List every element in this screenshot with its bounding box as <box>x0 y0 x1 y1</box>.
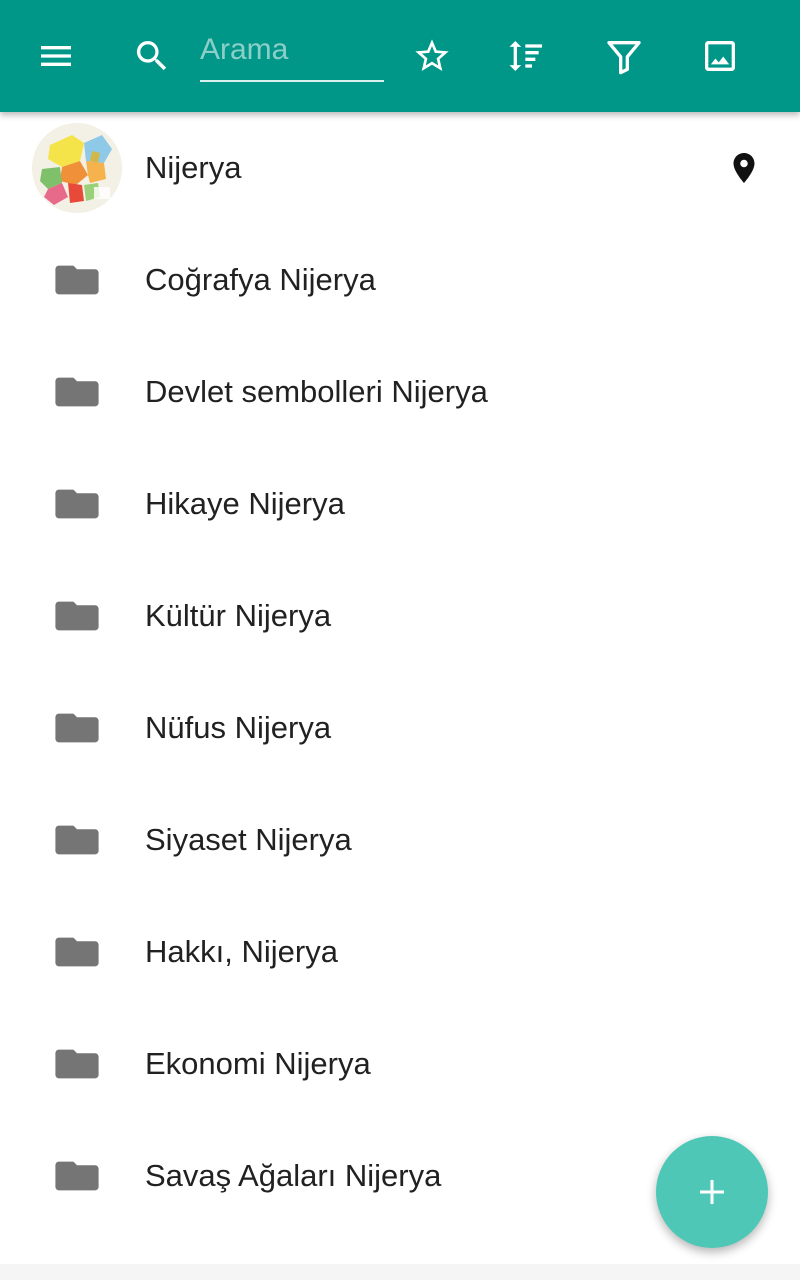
image-icon[interactable] <box>692 28 748 84</box>
list-item-folder[interactable]: Ekonomi Nijerya <box>0 1008 800 1120</box>
list-item-folder[interactable]: Coğrafya Nijerya <box>0 224 800 336</box>
list-item-folder[interactable]: Devlet sembolleri Nijerya <box>0 336 800 448</box>
search-field <box>200 26 384 82</box>
list-item-label: Savaş Ağaları Nijerya <box>145 1158 442 1193</box>
list-item-folder[interactable]: Nüfus Nijerya <box>0 672 800 784</box>
list-item-folder[interactable]: Siyaset Nijerya <box>0 784 800 896</box>
category-list: Nijerya Coğrafya Nijerya Devlet sembolle… <box>0 123 800 1232</box>
map-pin-icon[interactable] <box>726 146 762 190</box>
list-item-folder[interactable]: Kültür Nijerya <box>0 560 800 672</box>
folder-icon <box>32 1120 122 1232</box>
list-item-label: Kültür Nijerya <box>145 598 332 633</box>
folder-icon <box>32 448 122 560</box>
list-item-label: Devlet sembolleri Nijerya <box>145 374 488 409</box>
list-item-label: Hakkı, Nijerya <box>145 934 338 969</box>
folder-icon <box>32 784 122 896</box>
list-item-label: Nüfus Nijerya <box>145 710 332 745</box>
list-item-label: Nijerya <box>145 150 242 185</box>
add-fab-button[interactable] <box>656 1136 768 1248</box>
folder-icon <box>32 896 122 1008</box>
list-item-label: Hikaye Nijerya <box>145 486 345 521</box>
filter-icon[interactable] <box>596 28 652 84</box>
list-item-label: Siyaset Nijerya <box>145 822 352 857</box>
menu-icon[interactable] <box>28 28 84 84</box>
sort-icon[interactable] <box>499 28 555 84</box>
search-icon[interactable] <box>124 28 180 84</box>
top-app-bar <box>0 0 800 112</box>
list-item-nijerya[interactable]: Nijerya <box>0 112 800 224</box>
folder-icon <box>32 672 122 784</box>
folder-icon <box>32 1008 122 1120</box>
folder-icon <box>32 560 122 672</box>
plus-icon <box>700 1180 724 1204</box>
folder-icon <box>32 224 122 336</box>
list-item-label: Coğrafya Nijerya <box>145 262 376 297</box>
list-item-folder[interactable]: Hikaye Nijerya <box>0 448 800 560</box>
search-input[interactable] <box>200 26 384 74</box>
star-outline-icon[interactable] <box>404 28 460 84</box>
folder-icon <box>32 336 122 448</box>
list-item-label: Ekonomi Nijerya <box>145 1046 371 1081</box>
list-item-folder[interactable]: Hakkı, Nijerya <box>0 896 800 1008</box>
bottom-divider <box>0 1264 800 1280</box>
map-thumbnail <box>32 112 122 224</box>
